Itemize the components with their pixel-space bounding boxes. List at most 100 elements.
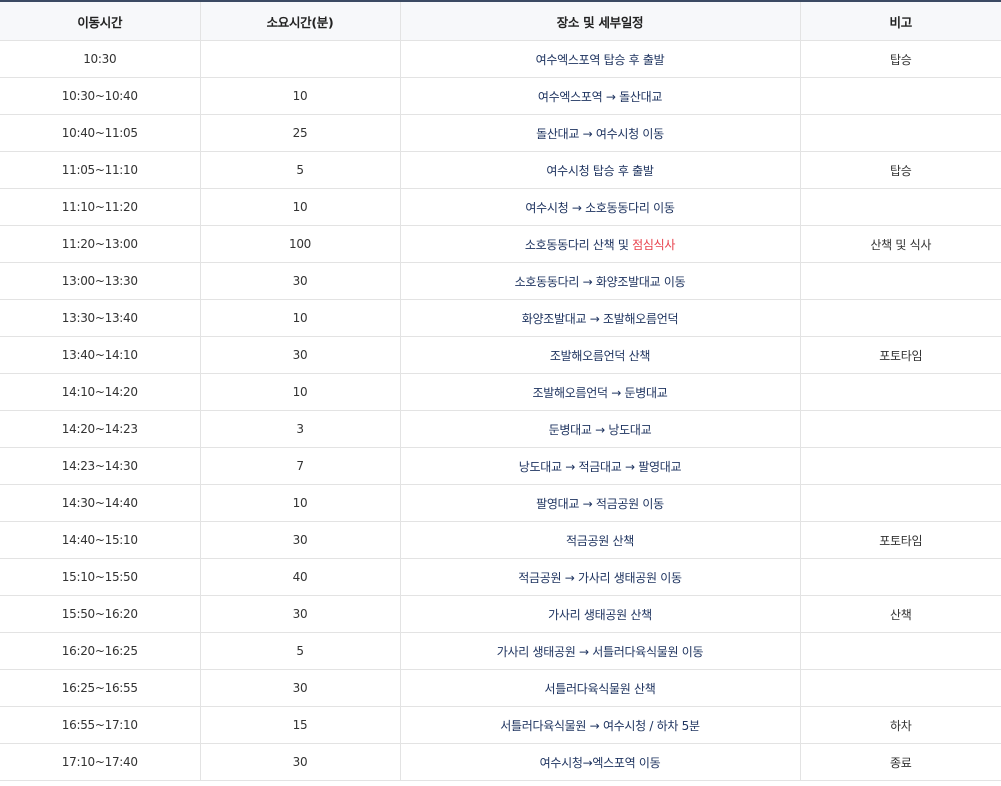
table-row: 16:55~17:10 15 서틀러다육식물원 → 여수시청 / 하차 5분 하차 [0,706,1001,744]
cell-duration: 10 [200,77,401,115]
cell-note: 포토타임 [800,521,1001,559]
table-row: 14:10~14:20 10 조발해오름언덕 → 둔병대교 [0,373,1001,411]
table-row: 13:40~14:10 30 조발해오름언덕 산책 포토타임 [0,336,1001,374]
cell-place: 돌산대교 → 여수시청 이동 [400,114,801,152]
cell-note: 탑승 [800,151,1001,189]
cell-note [800,558,1001,596]
cell-time: 10:30~10:40 [0,77,201,115]
place-text: 가사리 생태공원 산책 [548,607,652,622]
schedule-container: 이동시간 소요시간(분) 장소 및 세부일정 비고 10:30 여수엑스포역 탑승… [0,0,1001,781]
cell-note: 종료 [800,743,1001,781]
cell-note [800,188,1001,226]
cell-duration: 5 [200,151,401,189]
table-row: 11:10~11:20 10 여수시청 → 소호동동다리 이동 [0,188,1001,226]
place-text: 돌산대교 → 여수시청 이동 [536,126,664,141]
cell-time: 15:10~15:50 [0,558,201,596]
cell-place: 여수시청 → 소호동동다리 이동 [400,188,801,226]
table-row: 16:20~16:25 5 가사리 생태공원 → 서틀러다육식물원 이동 [0,632,1001,670]
cell-note: 하차 [800,706,1001,744]
cell-place: 서틀러다육식물원 → 여수시청 / 하차 5분 [400,706,801,744]
cell-time: 11:10~11:20 [0,188,201,226]
cell-note: 탑승 [800,40,1001,78]
cell-note: 포토타임 [800,336,1001,374]
cell-note [800,114,1001,152]
cell-duration: 10 [200,484,401,522]
cell-note [800,632,1001,670]
table-row: 16:25~16:55 30 서틀러다육식물원 산책 [0,669,1001,707]
place-text: 조발해오름언덕 → 둔병대교 [532,385,668,400]
place-text: 적금공원 산책 [566,533,634,548]
table-row: 14:23~14:30 7 낭도대교 → 적금대교 → 팔영대교 [0,447,1001,485]
cell-time: 17:10~17:40 [0,743,201,781]
cell-note [800,262,1001,300]
cell-place: 소호동동다리 산책 및 점심식사 [400,225,801,263]
cell-time: 14:10~14:20 [0,373,201,411]
place-text: 소호동동다리 → 화양조발대교 이동 [514,274,686,289]
place-text: 여수엑스포역 → 돌산대교 [537,89,663,104]
place-text: 여수엑스포역 탑승 후 출발 [535,52,665,67]
cell-note [800,484,1001,522]
cell-time: 11:05~11:10 [0,151,201,189]
cell-duration: 25 [200,114,401,152]
place-text: 낭도대교 → 적금대교 → 팔영대교 [518,459,682,474]
cell-place: 조발해오름언덕 산책 [400,336,801,374]
cell-place: 여수시청 탑승 후 출발 [400,151,801,189]
table-row: 11:20~13:00 100 소호동동다리 산책 및 점심식사 산책 및 식사 [0,225,1001,263]
cell-duration: 30 [200,521,401,559]
place-text: 여수시청 → 소호동동다리 이동 [525,200,675,215]
cell-time: 13:40~14:10 [0,336,201,374]
cell-duration: 30 [200,262,401,300]
place-text: 여수시청→엑스포역 이동 [539,755,661,770]
cell-place: 적금공원 산책 [400,521,801,559]
cell-note: 산책 [800,595,1001,633]
cell-time: 14:30~14:40 [0,484,201,522]
cell-note [800,410,1001,448]
cell-duration: 40 [200,558,401,596]
cell-note [800,299,1001,337]
cell-place: 서틀러다육식물원 산책 [400,669,801,707]
schedule-table: 이동시간 소요시간(분) 장소 및 세부일정 비고 10:30 여수엑스포역 탑승… [0,0,1001,781]
cell-time: 14:20~14:23 [0,410,201,448]
cell-time: 14:40~15:10 [0,521,201,559]
cell-duration: 100 [200,225,401,263]
table-row: 14:30~14:40 10 팔영대교 → 적금공원 이동 [0,484,1001,522]
cell-note: 산책 및 식사 [800,225,1001,263]
header-place: 장소 및 세부일정 [400,1,801,41]
header-row: 이동시간 소요시간(분) 장소 및 세부일정 비고 [0,1,1001,41]
cell-duration: 7 [200,447,401,485]
cell-place: 소호동동다리 → 화양조발대교 이동 [400,262,801,300]
table-row: 17:10~17:40 30 여수시청→엑스포역 이동 종료 [0,743,1001,781]
place-highlight-text: 점심식사 [632,237,676,252]
place-text: 화양조발대교 → 조발해오름언덕 [521,311,679,326]
cell-place: 낭도대교 → 적금대교 → 팔영대교 [400,447,801,485]
table-row: 15:10~15:50 40 적금공원 → 가사리 생태공원 이동 [0,558,1001,596]
cell-time: 16:20~16:25 [0,632,201,670]
place-text: 서틀러다육식물원 → 여수시청 / 하차 5분 [500,718,700,733]
place-text: 소호동동다리 산책 및 [524,237,633,252]
header-duration: 소요시간(분) [200,1,401,41]
cell-time: 10:30 [0,40,201,78]
cell-place: 화양조발대교 → 조발해오름언덕 [400,299,801,337]
cell-duration: 30 [200,669,401,707]
cell-duration: 30 [200,595,401,633]
cell-place: 여수엑스포역 탑승 후 출발 [400,40,801,78]
cell-note [800,77,1001,115]
table-row: 13:00~13:30 30 소호동동다리 → 화양조발대교 이동 [0,262,1001,300]
place-text: 여수시청 탑승 후 출발 [546,163,654,178]
cell-place: 여수엑스포역 → 돌산대교 [400,77,801,115]
cell-duration: 10 [200,188,401,226]
cell-duration: 15 [200,706,401,744]
place-text: 팔영대교 → 적금공원 이동 [536,496,664,511]
cell-place: 둔병대교 → 낭도대교 [400,410,801,448]
cell-place: 가사리 생태공원 → 서틀러다육식물원 이동 [400,632,801,670]
cell-duration: 30 [200,743,401,781]
cell-time: 14:23~14:30 [0,447,201,485]
cell-duration: 10 [200,299,401,337]
cell-note [800,669,1001,707]
place-text: 둔병대교 → 낭도대교 [548,422,652,437]
cell-duration: 10 [200,373,401,411]
cell-time: 15:50~16:20 [0,595,201,633]
table-body: 10:30 여수엑스포역 탑승 후 출발 탑승 10:30~10:40 10 여수엑스포역… [0,40,1001,781]
table-row: 10:40~11:05 25 돌산대교 → 여수시청 이동 [0,114,1001,152]
cell-place: 가사리 생태공원 산책 [400,595,801,633]
